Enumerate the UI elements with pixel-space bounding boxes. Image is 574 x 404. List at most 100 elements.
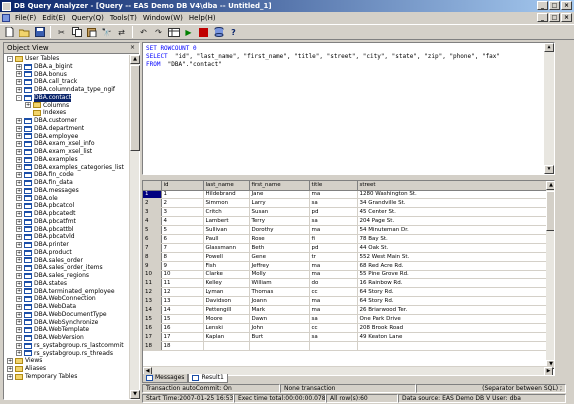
tree-item[interactable]: + DBA.terminated_employee [4, 288, 129, 296]
tree-item[interactable]: + DBA.WebTemplate [4, 326, 129, 334]
cell-id[interactable]: 7 [161, 243, 204, 253]
row-number[interactable]: 9 [143, 261, 162, 271]
find-icon[interactable]: 🔭 [100, 26, 113, 39]
cell-first-name[interactable]: Burt [249, 332, 310, 342]
cell-street[interactable]: 16 Rainbow Rd. [357, 278, 553, 289]
row-number[interactable]: 13 [143, 296, 162, 307]
row-number[interactable]: 3 [143, 207, 162, 218]
expand-icon[interactable]: + [16, 203, 22, 210]
expand-icon[interactable]: + [16, 226, 22, 233]
expand-icon[interactable]: + [16, 148, 22, 155]
tree-item[interactable]: - User Tables [4, 55, 129, 63]
cell-title[interactable]: sa [309, 314, 358, 324]
cell-title[interactable]: sa [309, 216, 358, 227]
cell-last-name[interactable]: Glassmann [203, 243, 250, 253]
table-row[interactable]: 8 8 Powell Gene tr 552 West Main St. [143, 252, 553, 262]
cell-id[interactable]: 10 [161, 270, 204, 280]
cell-street[interactable]: 552 West Main St. [357, 252, 553, 262]
cell-last-name[interactable]: Lyman [203, 287, 250, 298]
grid-vertical-scrollbar[interactable]: ▲ ▼ [546, 181, 554, 369]
table-row[interactable]: 12 12 Lyman Thomas cc 64 Story Rd. [143, 287, 553, 298]
cell-id[interactable]: 8 [161, 252, 204, 262]
cell-last-name[interactable]: Hildebrand [203, 190, 250, 200]
scroll-thumb[interactable] [546, 191, 554, 231]
result-grid[interactable]: id last_name first_name title street 1 1 Hilde… [142, 180, 555, 376]
cell-id[interactable]: 12 [161, 287, 204, 298]
undo-icon[interactable]: ↶ [137, 26, 150, 39]
grid-icon[interactable] [167, 26, 180, 39]
cell-last-name[interactable]: Kelley [203, 278, 250, 289]
expand-icon[interactable]: + [16, 210, 22, 217]
expand-icon[interactable]: + [16, 257, 22, 264]
cell-first-name[interactable]: Terry [249, 216, 310, 227]
copy-icon[interactable] [70, 26, 83, 39]
table-row[interactable]: 5 5 Sullivan Dorothy ma 54 Minuteman Dr. [143, 225, 553, 235]
cell-street[interactable]: 64 Story Rd. [357, 287, 553, 298]
row-number[interactable]: 10 [143, 270, 162, 280]
cell-title[interactable]: ma [309, 225, 358, 235]
expand-icon[interactable]: + [7, 365, 13, 372]
expand-icon[interactable]: + [16, 179, 22, 186]
cell-last-name[interactable]: Sullivan [203, 225, 250, 235]
menu-tools[interactable]: Tools(T) [107, 14, 140, 22]
tree-item[interactable]: + Temporary Tables [4, 373, 129, 381]
tree-item[interactable]: + DBA.exam_xsel_info [4, 140, 129, 148]
save-icon[interactable] [33, 26, 46, 39]
expand-icon[interactable]: + [16, 303, 22, 310]
row-number[interactable]: 2 [143, 198, 162, 209]
cell-title[interactable]: fi [309, 234, 358, 244]
table-row[interactable]: 16 16 Lenski John cc 208 Brook Road [143, 323, 553, 333]
expand-icon[interactable]: + [16, 195, 22, 202]
cell-street[interactable]: 1280 Washington St. [357, 190, 553, 200]
cell-first-name[interactable]: John [249, 323, 310, 333]
cell-id[interactable]: 18 [161, 341, 204, 351]
expand-icon[interactable]: + [16, 319, 22, 326]
expand-icon[interactable]: + [16, 265, 22, 272]
expand-icon[interactable]: + [16, 172, 22, 179]
tree-item[interactable]: + DBA.states [4, 280, 129, 288]
menu-help[interactable]: Help(H) [186, 14, 219, 22]
tree-item[interactable]: + DBA.WebVersion [4, 334, 129, 342]
menu-edit[interactable]: Edit(E) [39, 14, 68, 22]
tree-item[interactable]: + DBA.sales_order_items [4, 264, 129, 272]
tree-item[interactable]: + DBA.sales_order [4, 257, 129, 265]
cell-last-name[interactable]: Fish [203, 261, 250, 271]
row-number[interactable]: 12 [143, 287, 162, 298]
tree-item[interactable]: + rs_systabgroup.rs_lastcommit [4, 342, 129, 350]
row-number[interactable]: 16 [143, 323, 162, 333]
tree-item[interactable]: + DBA.a_bigint [4, 63, 129, 71]
scroll-down-icon[interactable]: ▼ [130, 390, 140, 399]
tree-item[interactable]: + DBA.WebConnection [4, 295, 129, 303]
cell-street[interactable]: 68 Red Acre Rd. [357, 261, 553, 271]
cell-street[interactable]: 34 Grandville St. [357, 198, 553, 209]
maximize-button[interactable]: □ [549, 1, 560, 10]
editor-scrollbar[interactable]: ▲ ▼ [544, 43, 554, 174]
tree-item[interactable]: + DBA.exam_xsel_list [4, 148, 129, 156]
collapse-icon[interactable]: - [16, 94, 22, 101]
table-row[interactable]: 11 11 Kelley William do 16 Rainbow Rd. [143, 278, 553, 289]
cell-id[interactable]: 4 [161, 216, 204, 227]
tree-item[interactable]: + DBA.product [4, 249, 129, 257]
cell-street[interactable]: One Park Drive [357, 314, 553, 324]
cell-title[interactable]: sa [309, 198, 358, 209]
scroll-up-icon[interactable]: ▲ [130, 55, 140, 64]
tree-item[interactable]: + DBA.sales_regions [4, 272, 129, 280]
close-button[interactable]: × [561, 1, 572, 10]
cell-id[interactable]: 17 [161, 332, 204, 342]
sql-editor[interactable]: SET ROWCOUNT 0 SELECT "id", "last_name", … [142, 42, 555, 175]
cell-title[interactable]: tr [309, 252, 358, 262]
cell-last-name[interactable] [203, 341, 250, 351]
tree-item[interactable]: + DBA.WebDocumentType [4, 311, 129, 319]
tree-item[interactable]: + DBA.bonus [4, 71, 129, 79]
minimize-button[interactable]: _ [537, 1, 548, 10]
tree-item[interactable]: + DBA.customer [4, 117, 129, 125]
tree-item[interactable]: + DBA.ole [4, 195, 129, 203]
cell-first-name[interactable]: Jane [249, 190, 310, 200]
column-header-title[interactable]: title [309, 181, 358, 191]
tree-item[interactable]: + DBA.fin_code [4, 171, 129, 179]
cell-id[interactable]: 15 [161, 314, 204, 324]
expand-icon[interactable]: + [16, 350, 22, 357]
expand-icon[interactable]: + [7, 373, 13, 380]
cut-icon[interactable]: ✂ [55, 26, 68, 39]
expand-icon[interactable]: + [16, 86, 22, 93]
